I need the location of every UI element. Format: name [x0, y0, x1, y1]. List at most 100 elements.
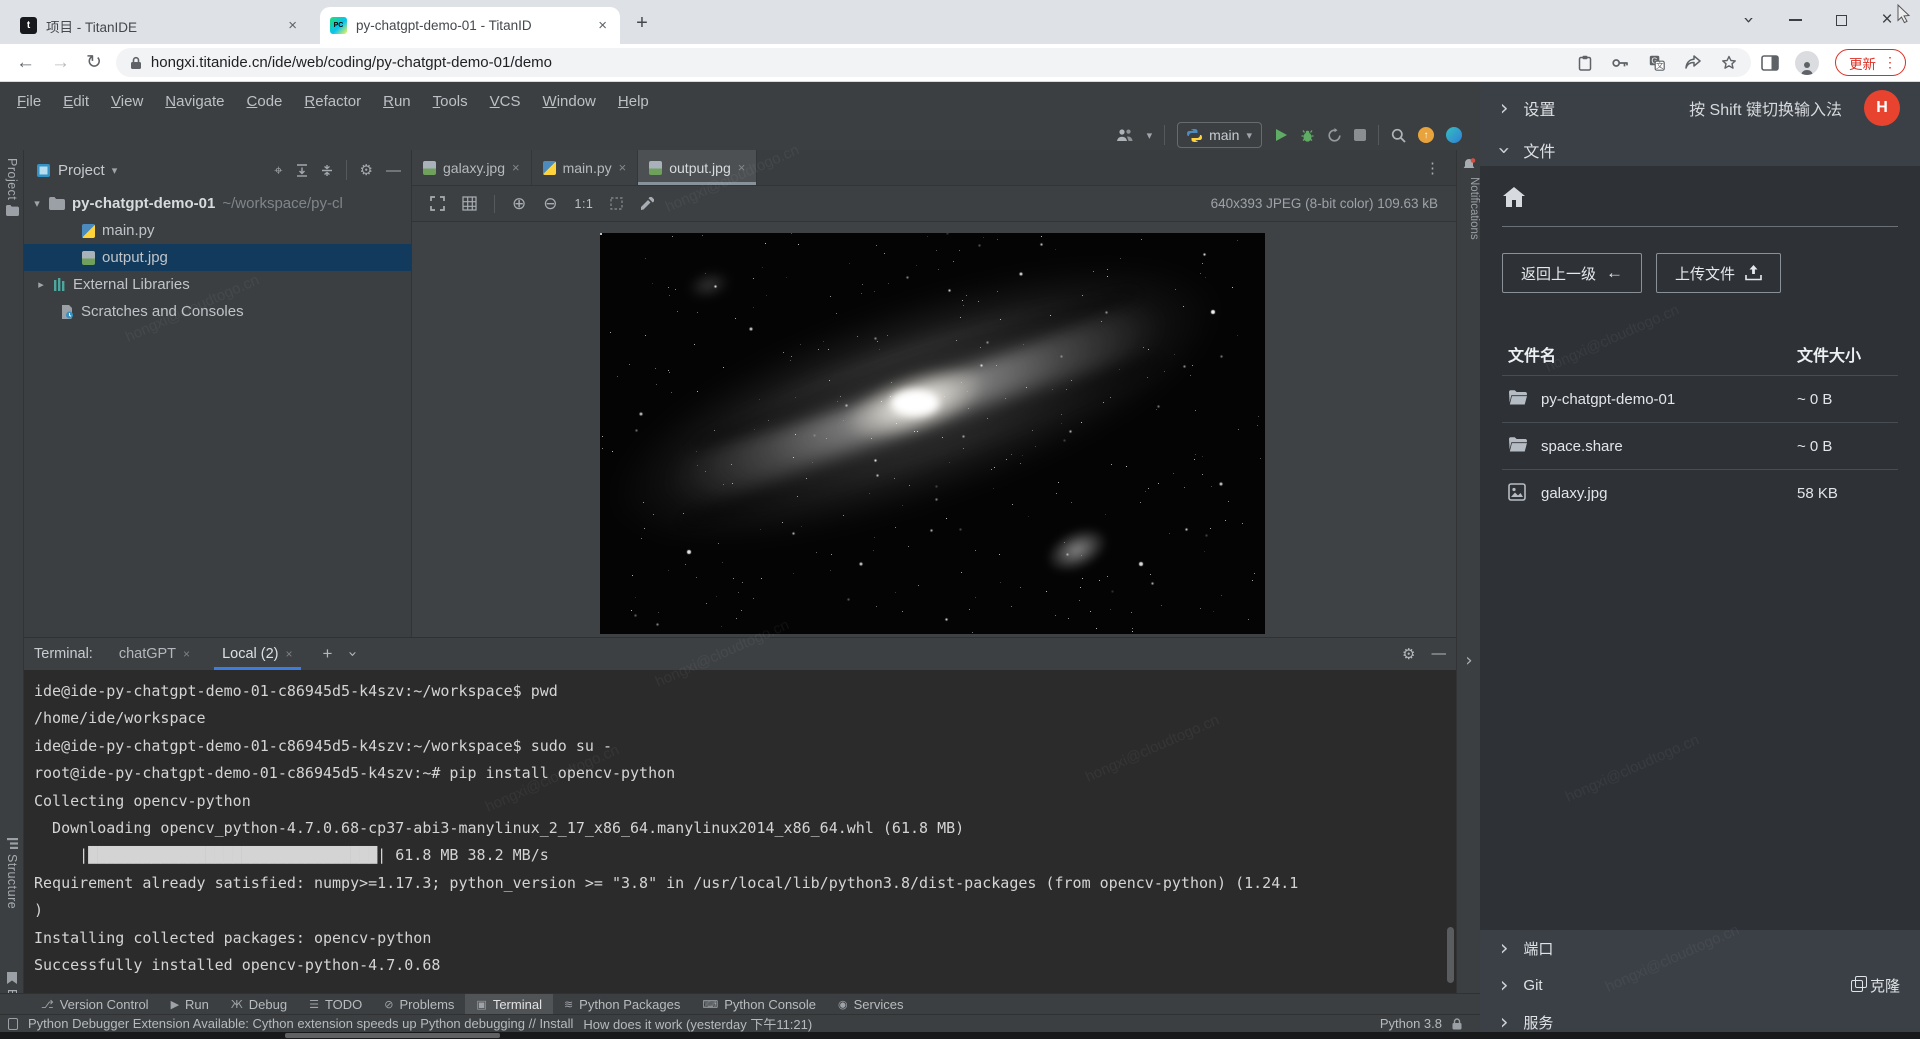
terminal-tab[interactable]: chatGPT ×: [113, 638, 196, 670]
stripe-structure-button[interactable]: Structure: [0, 838, 24, 909]
terminal-tab[interactable]: Local (2) ×: [216, 638, 298, 670]
fit-zoom-icon[interactable]: [610, 197, 623, 210]
file-row[interactable]: py-chatgpt-demo-01 ~ 0 B: [1502, 375, 1898, 422]
tree-row-root[interactable]: ▾ py-chatgpt-demo-01 ~/workspace/py-cl: [24, 190, 411, 217]
browser-tab-pycharm[interactable]: PC py-chatgpt-demo-01 - TitanID ×: [320, 7, 620, 44]
menu-item[interactable]: Edit: [52, 89, 100, 114]
stop-button[interactable]: [1354, 129, 1366, 141]
search-everywhere-icon[interactable]: [1391, 128, 1406, 143]
chrome-update-button[interactable]: 更新 ⋮: [1835, 49, 1906, 76]
back-icon[interactable]: ←: [16, 53, 35, 72]
debug-button[interactable]: [1300, 128, 1315, 143]
assistant-icon[interactable]: [1446, 127, 1462, 143]
browser-menu-icon[interactable]: ⋮: [1883, 54, 1897, 71]
share-icon[interactable]: [1685, 55, 1701, 70]
editor-tab[interactable]: galaxy.jpg ×: [412, 150, 532, 185]
minimize-button[interactable]: [1772, 0, 1818, 40]
menu-item[interactable]: Tools: [422, 89, 479, 114]
tool-window-button[interactable]: ☰ TODO: [298, 994, 373, 1014]
gear-icon[interactable]: ⚙: [360, 163, 373, 178]
git-clone-button[interactable]: 克隆: [1851, 975, 1900, 996]
new-tab-button[interactable]: +: [628, 9, 656, 37]
project-panel-title[interactable]: Project: [58, 162, 105, 179]
expand-panel-icon[interactable]: ›: [1457, 650, 1480, 671]
terminal-output[interactable]: ide@ide-py-chatgpt-demo-01-c86945d5-k4sz…: [24, 670, 1456, 993]
file-row[interactable]: space.share ~ 0 B: [1502, 422, 1898, 469]
new-terminal-icon[interactable]: +: [323, 644, 333, 664]
tool-window-button[interactable]: ⌨ Python Console: [691, 994, 827, 1014]
tool-window-button[interactable]: ⎇ Version Control: [30, 994, 160, 1014]
sidebar-section-header[interactable]: › 服务: [1480, 1004, 1920, 1032]
menu-item[interactable]: Refactor: [293, 89, 372, 114]
galaxy-image[interactable]: [600, 233, 1265, 634]
tool-window-button[interactable]: ▶ Run: [160, 994, 220, 1014]
maximize-button[interactable]: [1818, 0, 1864, 40]
chevron-down-icon[interactable]: ▾: [112, 164, 118, 177]
sidebar-section-header[interactable]: › 端口: [1480, 930, 1920, 967]
locate-file-icon[interactable]: ⌖: [274, 163, 282, 178]
menu-item[interactable]: Window: [532, 89, 607, 114]
clipboard-icon[interactable]: [1578, 55, 1592, 71]
bookmark-star-icon[interactable]: [1721, 55, 1737, 71]
tool-window-button[interactable]: ▣ Terminal: [465, 994, 553, 1014]
page-scrollbar-thumb[interactable]: [285, 1033, 500, 1038]
page-scrollbar-track[interactable]: [0, 1032, 1920, 1039]
zoom-out-icon[interactable]: ⊖: [543, 194, 557, 214]
user-avatar[interactable]: H: [1864, 90, 1900, 126]
browser-profile-avatar[interactable]: [1795, 51, 1819, 75]
menu-item[interactable]: VCS: [479, 89, 532, 114]
tree-row-output-jpg[interactable]: output.jpg: [24, 244, 411, 271]
forward-icon[interactable]: →: [51, 53, 70, 72]
tab-close-icon[interactable]: ×: [183, 647, 190, 661]
run-configuration-selector[interactable]: main ▾: [1177, 122, 1262, 148]
home-icon[interactable]: [1502, 186, 1526, 208]
menu-item[interactable]: Help: [607, 89, 660, 114]
sidebar-section-header[interactable]: › Git 克隆: [1480, 967, 1920, 1004]
status-link[interactable]: How does it work (yesterday 下午11:21): [583, 1014, 812, 1032]
file-row[interactable]: galaxy.jpg 58 KB: [1502, 469, 1898, 516]
tab-close-icon[interactable]: ×: [285, 17, 300, 34]
lock-icon[interactable]: [1452, 1018, 1462, 1030]
tool-window-button[interactable]: Ж Debug: [220, 994, 298, 1014]
notifications-bell-icon[interactable]: [1462, 158, 1476, 171]
color-picker-icon[interactable]: [640, 197, 654, 211]
tab-close-icon[interactable]: ×: [619, 160, 627, 175]
zoom-in-icon[interactable]: ⊕: [512, 194, 526, 214]
settings-section-header[interactable]: › 设置 按 Shift 键切换输入法 H: [1480, 82, 1920, 134]
stripe-project-button[interactable]: Project: [0, 158, 24, 216]
editor-options-icon[interactable]: ⋮: [1409, 159, 1456, 177]
tree-row-main-py[interactable]: main.py: [24, 217, 411, 244]
reload-icon[interactable]: ↻: [86, 53, 102, 72]
stripe-notifications-label[interactable]: Notifications: [1457, 177, 1480, 240]
tool-window-button[interactable]: ◉ Services: [827, 994, 914, 1014]
collaboration-users-icon[interactable]: [1115, 128, 1135, 142]
terminal-settings-icon[interactable]: ⚙: [1402, 645, 1415, 663]
tab-close-icon[interactable]: ×: [738, 160, 746, 175]
ide-update-icon[interactable]: ↑: [1418, 127, 1434, 143]
browser-tab-titanide[interactable]: t 项目 - TitanIDE ×: [10, 7, 310, 44]
status-message[interactable]: Python Debugger Extension Available: Cyt…: [28, 1016, 573, 1031]
rerun-icon[interactable]: [1327, 128, 1342, 143]
side-panel-icon[interactable]: [1761, 55, 1779, 71]
tab-close-icon[interactable]: ×: [595, 17, 610, 34]
tab-close-icon[interactable]: ×: [285, 647, 292, 661]
expand-icon[interactable]: [430, 196, 445, 211]
collapse-all-icon[interactable]: [321, 164, 333, 177]
terminal-scrollbar[interactable]: [1447, 927, 1454, 983]
menu-item[interactable]: File: [6, 89, 52, 114]
chevron-down-icon[interactable]: ›: [344, 651, 362, 657]
chevron-down-icon[interactable]: ▾: [1147, 129, 1153, 142]
editor-tab[interactable]: main.py ×: [532, 150, 639, 185]
chevron-right-icon[interactable]: ▸: [36, 278, 46, 291]
chevron-down-icon[interactable]: ▾: [32, 197, 42, 210]
tool-window-button[interactable]: ≋ Python Packages: [553, 994, 691, 1014]
go-up-button[interactable]: 返回上一级 ←: [1502, 253, 1642, 293]
tab-search-button[interactable]: ›: [1726, 0, 1772, 40]
key-icon[interactable]: [1612, 57, 1629, 69]
address-bar[interactable]: hongxi.titanide.cn/ide/web/coding/py-cha…: [116, 48, 1751, 77]
menu-item[interactable]: Code: [236, 89, 294, 114]
files-section-header[interactable]: › 文件: [1480, 134, 1920, 166]
hide-terminal-icon[interactable]: —: [1432, 646, 1447, 662]
menu-item[interactable]: Run: [372, 89, 422, 114]
tab-close-icon[interactable]: ×: [512, 160, 520, 175]
